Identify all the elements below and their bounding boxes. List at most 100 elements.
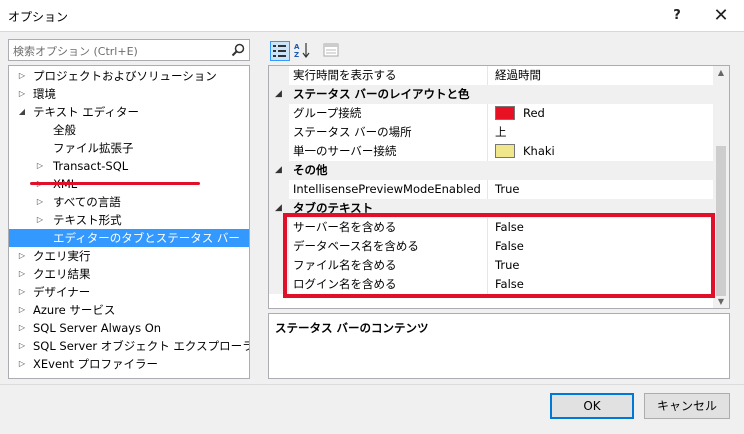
tree-item[interactable]: エディターのタブとステータス バー bbox=[9, 229, 249, 247]
tree-item[interactable]: ファイル拡張子 bbox=[9, 139, 249, 157]
scroll-down-icon[interactable]: ▼ bbox=[713, 297, 729, 306]
close-button[interactable]: ✕ bbox=[706, 4, 736, 28]
expand-arrow-icon[interactable]: ▷ bbox=[35, 211, 45, 229]
alphabetical-button[interactable]: A Z bbox=[293, 41, 313, 61]
categorized-button[interactable] bbox=[270, 41, 290, 61]
footer-divider bbox=[0, 384, 744, 385]
tree-item[interactable]: ▷ Azure サービス bbox=[9, 301, 249, 319]
grid-category[interactable]: ◢ ステータス バーのレイアウトと色 bbox=[269, 85, 713, 104]
tree-item-label: 環境 bbox=[33, 87, 56, 101]
grid-row[interactable]: グループ接続 Red bbox=[269, 104, 713, 123]
grid-category[interactable]: ◢ その他 bbox=[269, 161, 713, 180]
tree-item[interactable]: ▷ すべての言語 bbox=[9, 193, 249, 211]
tree-item[interactable]: ▷ 環境 bbox=[9, 85, 249, 103]
collapse-arrow-icon[interactable]: ◢ bbox=[275, 199, 282, 218]
tree-item-label: テキスト エディター bbox=[33, 105, 140, 119]
grid-row[interactable]: 実行時間を表示する 経過時間 bbox=[269, 66, 713, 85]
tree-item-label: ファイル拡張子 bbox=[53, 141, 134, 155]
grid-row[interactable]: ステータス バーの場所 上 bbox=[269, 123, 713, 142]
search-input[interactable] bbox=[13, 43, 223, 59]
tree-item-label: プロジェクトおよびソリューション bbox=[33, 69, 217, 83]
tree-item[interactable]: ◢ テキスト エディター bbox=[9, 103, 249, 121]
tree-item-label: Azure サービス bbox=[33, 303, 116, 317]
property-name: ステータス バーの場所 bbox=[293, 125, 412, 139]
tree-item[interactable]: ▷ SQL Server Always On bbox=[9, 319, 249, 337]
grid-scrollbar[interactable]: ▲ ▼ bbox=[713, 66, 729, 308]
property-name: 実行時間を表示する bbox=[293, 68, 397, 82]
property-name: グループ接続 bbox=[293, 106, 362, 120]
expand-arrow-icon[interactable]: ▷ bbox=[17, 337, 27, 355]
row-gutter bbox=[269, 180, 289, 199]
window-title: オプション bbox=[8, 10, 69, 24]
search-icon[interactable] bbox=[231, 43, 245, 57]
property-value[interactable]: 上 bbox=[495, 123, 507, 142]
tree-item-label: すべての言語 bbox=[53, 195, 121, 209]
property-name: IntellisensePreviewModeEnabled bbox=[293, 182, 481, 196]
tree-item-label: テキスト形式 bbox=[53, 213, 122, 227]
description-title: ステータス バーのコンテンツ bbox=[275, 321, 429, 335]
row-gutter bbox=[269, 104, 289, 123]
tree-item[interactable]: ▷ プロジェクトおよびソリューション bbox=[9, 67, 249, 85]
underline-annotation bbox=[30, 182, 200, 185]
tree-item-label: クエリ結果 bbox=[33, 267, 91, 281]
tree-item[interactable]: ▷ クエリ結果 bbox=[9, 265, 249, 283]
description-panel: ステータス バーのコンテンツ bbox=[268, 313, 730, 379]
tree-item[interactable]: ▷ クエリ実行 bbox=[9, 247, 249, 265]
expand-arrow-icon[interactable]: ▷ bbox=[35, 193, 45, 211]
column-separator bbox=[487, 142, 488, 161]
help-button[interactable]: ? bbox=[662, 4, 692, 28]
cancel-button[interactable]: キャンセル bbox=[644, 393, 730, 419]
property-value[interactable]: Khaki bbox=[523, 142, 555, 161]
scroll-thumb[interactable] bbox=[716, 146, 726, 296]
ok-button[interactable]: OK bbox=[550, 393, 634, 419]
sort-az-icon: A Z bbox=[294, 43, 310, 59]
column-separator bbox=[487, 66, 488, 85]
scroll-up-icon[interactable]: ▲ bbox=[713, 68, 729, 77]
grid-row[interactable]: 単一のサーバー接続 Khaki bbox=[269, 142, 713, 161]
svg-text:A: A bbox=[294, 43, 300, 51]
tree-item-label: SQL Server オブジェクト エクスプローラー bbox=[33, 339, 250, 353]
tree-item-label: デザイナー bbox=[33, 285, 91, 299]
expand-arrow-icon[interactable]: ▷ bbox=[17, 265, 27, 283]
row-gutter bbox=[269, 66, 289, 85]
tree-item-label: クエリ実行 bbox=[33, 249, 91, 263]
expand-arrow-icon[interactable]: ▷ bbox=[17, 67, 27, 85]
tree-item[interactable]: 全般 bbox=[9, 121, 249, 139]
categorized-icon bbox=[273, 45, 286, 57]
tree-item[interactable]: ▷ テキスト形式 bbox=[9, 211, 249, 229]
collapse-arrow-icon[interactable]: ◢ bbox=[275, 161, 282, 180]
expand-arrow-icon[interactable]: ▷ bbox=[17, 301, 27, 319]
property-name: 単一のサーバー接続 bbox=[293, 144, 397, 158]
row-gutter bbox=[269, 123, 289, 142]
tree-item[interactable]: ▷ XEvent プロファイラー bbox=[9, 355, 249, 373]
title-bar: オプション ? ✕ bbox=[0, 0, 744, 32]
tree-item[interactable]: ▷ SQL Server オブジェクト エクスプローラー bbox=[9, 337, 249, 355]
category-label: その他 bbox=[293, 163, 328, 177]
category-label: ステータス バーのレイアウトと色 bbox=[293, 87, 470, 101]
collapse-arrow-icon[interactable]: ◢ bbox=[275, 85, 282, 104]
property-value[interactable]: 経過時間 bbox=[495, 66, 541, 85]
expand-arrow-icon[interactable]: ▷ bbox=[17, 247, 27, 265]
expand-arrow-icon[interactable]: ▷ bbox=[17, 283, 27, 301]
column-separator bbox=[487, 123, 488, 142]
property-value[interactable]: Red bbox=[523, 104, 545, 123]
tree-item-label: 全般 bbox=[53, 123, 76, 137]
tree-item-label: XEvent プロファイラー bbox=[33, 357, 158, 371]
expanded-arrow-icon[interactable]: ◢ bbox=[17, 103, 27, 121]
tree-item[interactable]: ▷ Transact-SQL bbox=[9, 157, 249, 175]
expand-arrow-icon[interactable]: ▷ bbox=[17, 319, 27, 337]
property-pages-icon bbox=[323, 43, 339, 57]
tree-item-label: エディターのタブとステータス バー bbox=[53, 231, 240, 245]
grid-row[interactable]: IntellisensePreviewModeEnabled True bbox=[269, 180, 713, 199]
expand-arrow-icon[interactable]: ▷ bbox=[17, 355, 27, 373]
color-swatch bbox=[495, 144, 515, 158]
expand-arrow-icon[interactable]: ▷ bbox=[17, 85, 27, 103]
tree-item[interactable]: ▷ デザイナー bbox=[9, 283, 249, 301]
property-value[interactable]: True bbox=[495, 180, 519, 199]
search-box[interactable] bbox=[8, 39, 250, 61]
property-pages-button[interactable] bbox=[322, 41, 342, 61]
row-gutter bbox=[269, 142, 289, 161]
expand-arrow-icon[interactable]: ▷ bbox=[35, 157, 45, 175]
options-tree: ▷ プロジェクトおよびソリューション ▷ 環境 ◢ テキスト エディター全般ファイル拡張子… bbox=[8, 65, 250, 379]
color-swatch bbox=[495, 106, 515, 120]
